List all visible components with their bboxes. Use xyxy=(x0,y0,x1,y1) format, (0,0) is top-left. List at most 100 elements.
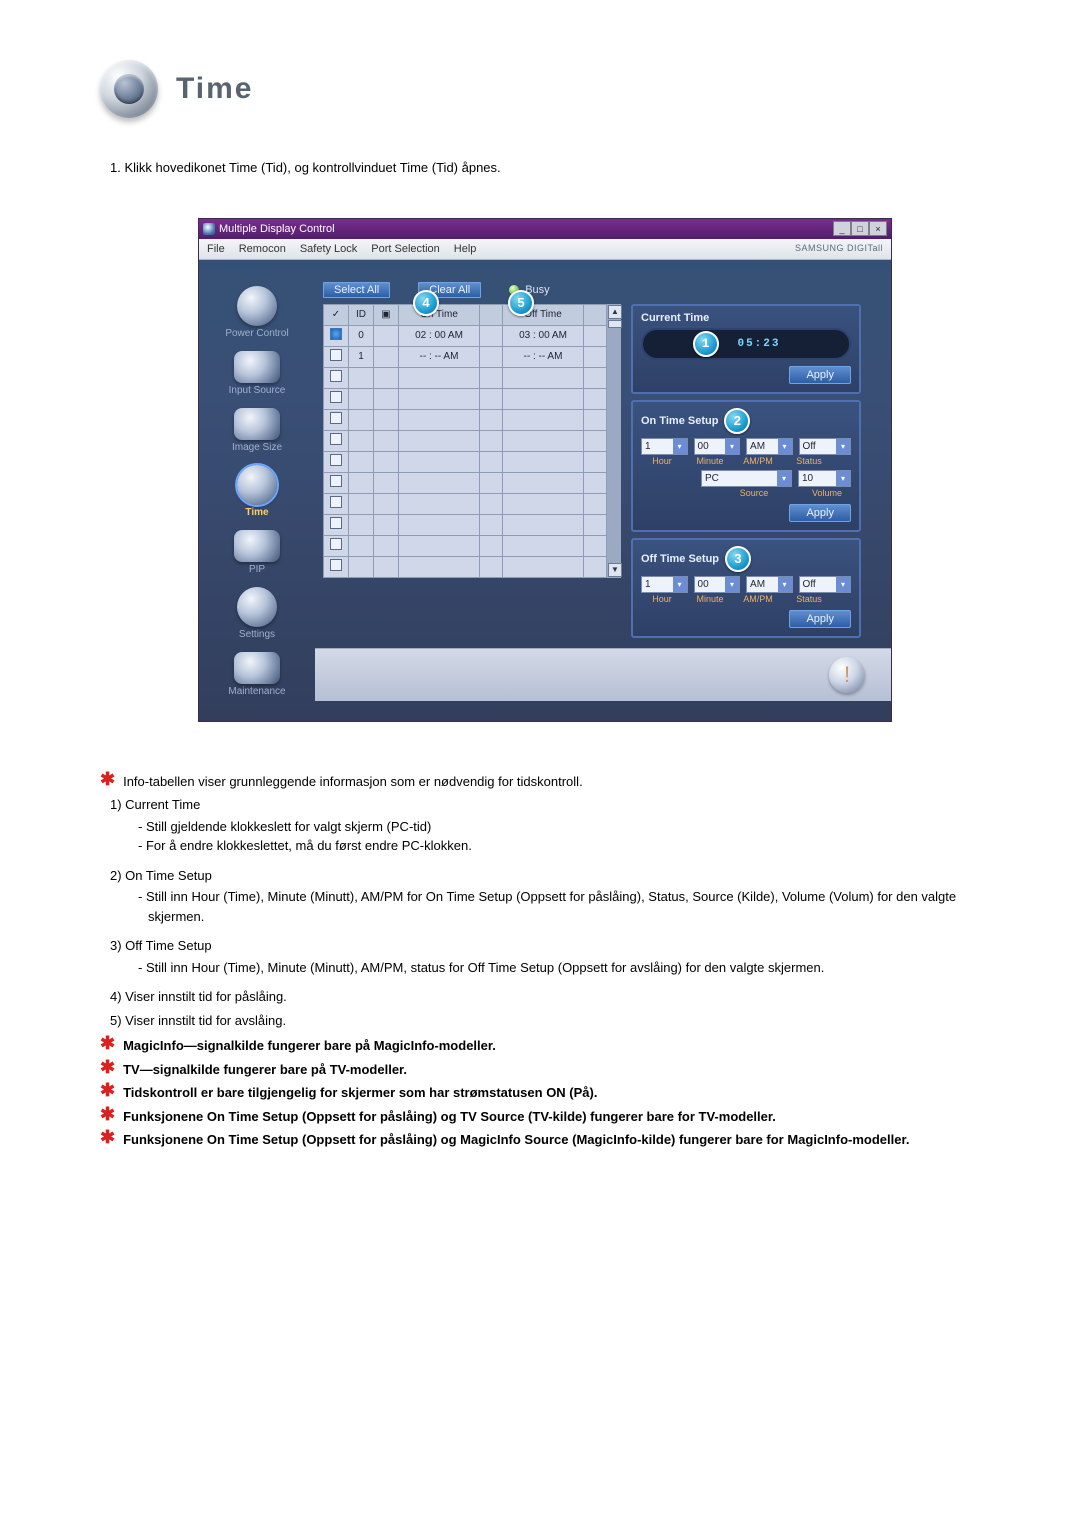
scroll-down-icon[interactable]: ▼ xyxy=(608,563,622,577)
apply-button[interactable]: Apply xyxy=(789,610,851,628)
menubar: File Remocon Safety Lock Port Selection … xyxy=(199,239,891,260)
input-icon xyxy=(234,351,280,383)
sidebar-item-input[interactable]: Input Source xyxy=(229,351,286,396)
table-row[interactable]: 0 02 : 00 AM 03 : 00 AM xyxy=(324,325,607,346)
clock-icon xyxy=(114,74,144,104)
on-ampm-select[interactable]: AM▾ xyxy=(746,438,793,455)
chevron-down-icon: ▾ xyxy=(777,471,791,486)
col-id: ID xyxy=(349,304,374,325)
checkbox-icon[interactable] xyxy=(330,349,342,361)
on-status-select[interactable]: Off▾ xyxy=(799,438,851,455)
on-minute-select[interactable]: 00▾ xyxy=(694,438,741,455)
checkbox-icon[interactable] xyxy=(330,328,342,340)
info-icon: ! xyxy=(829,657,865,693)
star-icon: ✱ xyxy=(100,1036,115,1056)
n3-head: 3) Off Time Setup xyxy=(110,936,990,956)
checkbox-icon[interactable] xyxy=(330,433,342,445)
sidebar-item-image[interactable]: Image Size xyxy=(232,408,282,453)
marker-2: 2 xyxy=(724,408,750,434)
footer-bar: ! xyxy=(315,648,891,701)
maximize-button[interactable]: □ xyxy=(851,221,869,236)
n2-head: 2) On Time Setup xyxy=(110,866,990,886)
checkbox-icon[interactable] xyxy=(330,538,342,550)
star-icon: ✱ xyxy=(100,1130,115,1150)
chevron-down-icon: ▾ xyxy=(778,577,792,592)
star-icon: ✱ xyxy=(100,772,115,792)
menu-file[interactable]: File xyxy=(207,243,225,255)
star-icon: ✱ xyxy=(100,1083,115,1103)
sidebar-item-time[interactable]: Time xyxy=(237,465,277,518)
apply-button[interactable]: Apply xyxy=(789,504,851,522)
off-hour-select[interactable]: 1▾ xyxy=(641,576,688,593)
note-info: Info-tabellen viser grunnleggende inform… xyxy=(123,772,583,792)
marker-5: 5 xyxy=(508,290,534,316)
menu-remocon[interactable]: Remocon xyxy=(239,243,286,255)
settings-icon xyxy=(237,587,277,627)
off-minute-select[interactable]: 00▾ xyxy=(694,576,741,593)
n1a: Still gjeldende klokkeslett for valgt sk… xyxy=(138,817,990,837)
checkbox-icon[interactable] xyxy=(330,475,342,487)
checkbox-icon[interactable] xyxy=(330,370,342,382)
star-note-4: Funksjonene On Time Setup (Oppsett for p… xyxy=(123,1107,776,1127)
marker-3: 3 xyxy=(725,546,751,572)
marker-1: 1 xyxy=(693,331,719,357)
sidebar-item-pip[interactable]: PIP xyxy=(234,530,280,575)
n1b: For å endre klokkeslettet, må du først e… xyxy=(138,836,990,856)
select-all-button[interactable]: Select All xyxy=(323,282,390,298)
table-row[interactable]: 1 -- : -- AM -- : -- AM xyxy=(324,346,607,367)
scroll-thumb[interactable] xyxy=(608,320,622,328)
numbered-list: 1) Current Time Still gjeldende klokkesl… xyxy=(110,795,990,1030)
sidebar-item-maintenance[interactable]: Maintenance xyxy=(228,652,285,697)
panel-title: Off Time Setup 3 xyxy=(641,546,851,572)
chevron-down-icon: ▾ xyxy=(725,439,739,454)
on-hour-select[interactable]: 1▾ xyxy=(641,438,688,455)
scroll-up-icon[interactable]: ▲ xyxy=(608,305,622,319)
on-source-select[interactable]: PC▾ xyxy=(701,470,792,487)
checkbox-icon[interactable] xyxy=(330,496,342,508)
checkbox-icon[interactable] xyxy=(330,517,342,529)
star-note-3: Tidskontroll er bare tilgjengelig for sk… xyxy=(123,1083,597,1103)
sidebar-label: Settings xyxy=(239,629,275,640)
chevron-down-icon: ▾ xyxy=(836,471,850,486)
menu-safety-lock[interactable]: Safety Lock xyxy=(300,243,357,255)
scrollbar[interactable]: ▲ ▼ xyxy=(607,304,621,578)
star-icon: ✱ xyxy=(100,1107,115,1127)
checkbox-icon[interactable] xyxy=(330,454,342,466)
off-status-select[interactable]: Off▾ xyxy=(799,576,851,593)
sidebar-label: Image Size xyxy=(232,442,282,453)
n3a: Still inn Hour (Time), Minute (Minutt), … xyxy=(138,958,990,978)
notes-section: ✱ Info-tabellen viser grunnleggende info… xyxy=(100,772,990,792)
menu-help[interactable]: Help xyxy=(454,243,477,255)
sidebar-label: Power Control xyxy=(225,328,288,339)
current-time-value: 05:23 xyxy=(737,338,780,350)
sidebar-label: PIP xyxy=(249,564,265,575)
menu-port-selection[interactable]: Port Selection xyxy=(371,243,439,255)
close-button[interactable]: × xyxy=(869,221,887,236)
star-notes: ✱ MagicInfo—signalkilde fungerer bare på… xyxy=(100,1036,990,1150)
heading-row: Time xyxy=(100,60,990,118)
current-time-display: 1 05:23 xyxy=(641,328,851,360)
panel-off-time: Off Time Setup 3 1▾ 00▾ AM▾ Off▾ Hour xyxy=(631,538,861,638)
n5: 5) Viser innstilt tid for avslåing. xyxy=(110,1011,990,1031)
power-icon xyxy=(237,286,277,326)
minimize-button[interactable]: _ xyxy=(833,221,851,236)
off-ampm-select[interactable]: AM▾ xyxy=(746,576,793,593)
page-title: Time xyxy=(176,72,253,106)
sidebar-item-power[interactable]: Power Control xyxy=(225,286,288,339)
checkbox-icon[interactable] xyxy=(330,559,342,571)
brand-label: SAMSUNG DIGITall xyxy=(795,243,883,255)
checkbox-icon[interactable] xyxy=(330,412,342,424)
info-table: ✓ ID ▣ On Time Off Time 0 xyxy=(323,304,621,638)
apply-button[interactable]: Apply xyxy=(789,366,851,384)
marker-4: 4 xyxy=(413,290,439,316)
on-volume-select[interactable]: 10▾ xyxy=(798,470,851,487)
sidebar-item-settings[interactable]: Settings xyxy=(237,587,277,640)
col-on-time: On Time xyxy=(399,304,480,325)
n4: 4) Viser innstilt tid for påslåing. xyxy=(110,987,990,1007)
cell-id: 0 xyxy=(349,325,374,346)
checkbox-icon[interactable] xyxy=(330,391,342,403)
n1-head: 1) Current Time xyxy=(110,795,990,815)
panel-title: Current Time xyxy=(641,312,851,324)
time-icon xyxy=(100,60,158,118)
app-icon xyxy=(203,223,215,235)
